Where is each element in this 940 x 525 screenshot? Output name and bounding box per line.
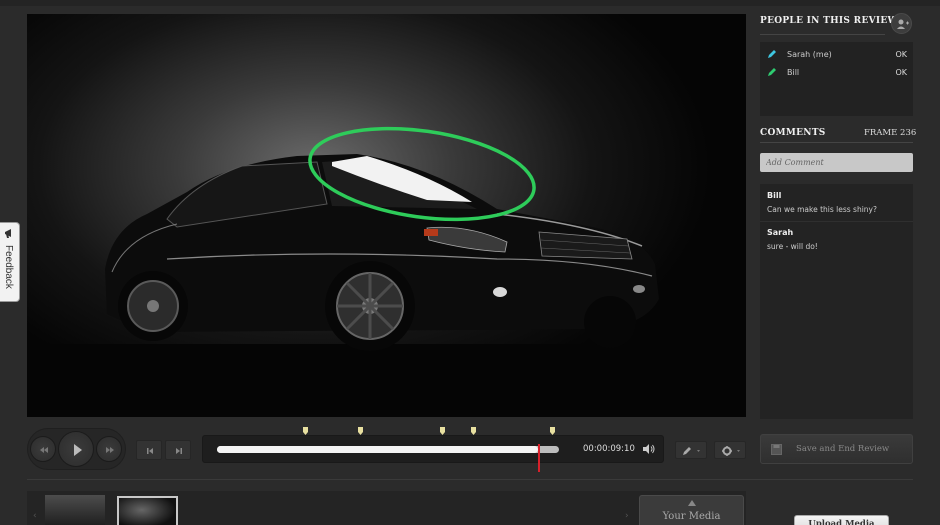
settings-button[interactable] <box>714 441 746 459</box>
your-media-label: Your Media <box>662 511 721 522</box>
play-icon <box>74 444 82 456</box>
add-person-icon <box>897 19 909 29</box>
upload-media-button[interactable]: Upload Media <box>794 515 889 525</box>
comment-marker[interactable] <box>303 427 309 435</box>
skip-forward-icon <box>176 448 182 454</box>
comment-marker[interactable] <box>440 427 446 435</box>
comment-marker[interactable] <box>471 427 476 435</box>
skip-back-icon <box>147 448 153 454</box>
save-button-label: Save and End Review <box>796 444 890 454</box>
media-thumbnail-selected[interactable] <box>117 496 178 525</box>
comment-author: Bill <box>767 191 782 200</box>
add-comment-input[interactable] <box>760 153 913 172</box>
fast-forward-icon <box>106 447 114 453</box>
next-frame-button[interactable] <box>165 440 191 460</box>
person-row[interactable]: Sarah (me) OK <box>766 47 907 63</box>
person-status: OK <box>895 68 907 77</box>
previous-frame-button[interactable] <box>136 440 162 460</box>
scrub-progress <box>217 446 539 453</box>
rewind-icon <box>40 447 48 453</box>
people-list: Sarah (me) OK Bill OK <box>760 42 913 116</box>
car-frame-image <box>27 126 746 417</box>
comment-author: Sarah <box>767 228 794 237</box>
comments-list: Bill Can we make this less shiny? Sarah … <box>760 184 913 419</box>
pen-icon <box>768 50 776 58</box>
frame-number: FRAME 236 <box>864 128 917 138</box>
pen-icon <box>768 68 776 76</box>
comment-divider <box>760 221 913 222</box>
save-and-end-review-button[interactable]: Save and End Review <box>760 434 913 464</box>
chevron-up-icon <box>688 500 696 506</box>
person-name: Bill <box>787 68 800 77</box>
comment-marker[interactable] <box>549 427 555 435</box>
comment-text: sure - will do! <box>767 242 818 251</box>
megaphone-icon <box>5 229 11 238</box>
pen-icon <box>683 447 700 455</box>
rewind-button[interactable] <box>30 436 56 462</box>
video-viewport[interactable] <box>27 14 746 417</box>
comment-item[interactable]: Bill Can we make this less shiny? <box>760 186 913 219</box>
comment-marker[interactable] <box>358 427 364 435</box>
save-icon <box>771 444 782 455</box>
media-thumbnail[interactable] <box>45 495 105 525</box>
draw-tool-button[interactable] <box>675 441 707 459</box>
play-button[interactable] <box>58 431 94 467</box>
comment-text: Can we make this less shiny? <box>767 205 877 214</box>
add-person-button[interactable] <box>891 13 912 34</box>
comments-title-rule <box>760 142 913 143</box>
comments-title: COMMENTS <box>760 128 826 138</box>
comment-item[interactable]: Sarah sure - will do! <box>760 223 913 256</box>
chevron-left-icon[interactable]: ‹ <box>33 511 37 521</box>
person-row[interactable]: Bill OK <box>766 65 907 81</box>
people-title-rule <box>760 34 885 35</box>
feedback-tab[interactable]: Feedback <box>0 222 20 302</box>
fast-forward-button[interactable] <box>96 436 122 462</box>
timecode: 00:00:09:10 <box>583 444 635 454</box>
chevron-right-icon[interactable]: › <box>625 511 629 521</box>
gear-icon <box>722 446 740 456</box>
your-media-tab[interactable]: Your Media <box>639 495 744 525</box>
person-name: Sarah (me) <box>787 50 832 59</box>
volume-icon[interactable] <box>642 443 655 455</box>
feedback-label: Feedback <box>3 245 14 289</box>
person-status: OK <box>895 50 907 59</box>
top-strip <box>0 0 940 6</box>
section-divider <box>27 479 913 480</box>
people-title: PEOPLE IN THIS REVIEW <box>760 16 898 26</box>
scrub-track[interactable] <box>217 444 559 472</box>
playhead[interactable] <box>538 444 541 472</box>
